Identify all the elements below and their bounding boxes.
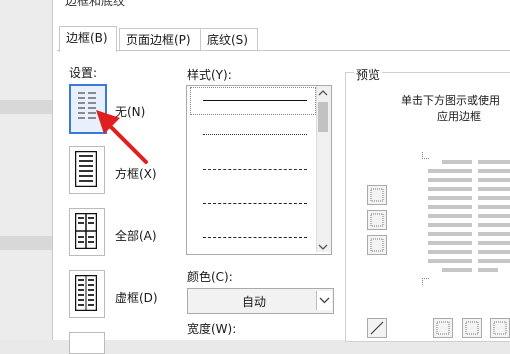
setting-grid-label: 虚框(D) xyxy=(115,291,158,305)
setting-all-icon xyxy=(75,213,97,249)
top-border-button[interactable] xyxy=(367,185,387,205)
annotation-arrow-icon xyxy=(96,110,148,164)
scroll-up-icon[interactable] xyxy=(318,89,328,97)
tab-borders[interactable]: 边框(B) xyxy=(59,26,117,52)
color-value: 自动 xyxy=(242,295,267,309)
border-right-icon xyxy=(493,321,507,335)
border-vertical-icon xyxy=(465,321,479,335)
color-label: 颜色(C): xyxy=(187,270,233,284)
border-left-icon xyxy=(436,321,450,335)
inside-horizontal-button[interactable] xyxy=(367,210,387,230)
settings-label: 设置: xyxy=(69,66,98,80)
style-item-dash-dot[interactable] xyxy=(203,237,307,238)
setting-all-button[interactable] xyxy=(69,208,105,256)
dropdown-button[interactable] xyxy=(316,291,332,310)
scroll-down-icon[interactable] xyxy=(318,243,328,251)
border-inside-icon xyxy=(370,213,384,227)
width-label: 宽度(W): xyxy=(187,322,237,336)
style-item-dotted[interactable] xyxy=(203,134,307,135)
tab-divider xyxy=(57,50,510,51)
style-label: 样式(Y): xyxy=(187,68,232,82)
background-window xyxy=(0,0,52,340)
setting-custom-button[interactable] xyxy=(69,332,105,354)
diagonal-border-button[interactable] xyxy=(367,318,387,338)
preview-corner-mark xyxy=(422,278,429,285)
color-select[interactable]: 自动 xyxy=(187,288,334,314)
background-bar xyxy=(0,236,52,250)
style-item-solid[interactable] xyxy=(190,87,316,115)
tab-page-border[interactable]: 页面边框(P) xyxy=(119,28,201,51)
scrollbar-thumb[interactable] xyxy=(318,102,328,132)
tab-label: 边框(B) xyxy=(66,31,108,45)
style-item-dashed[interactable] xyxy=(203,203,307,204)
border-bottom-icon xyxy=(370,238,384,252)
preview-label: 预览 xyxy=(354,66,383,83)
preview-sample xyxy=(428,160,510,275)
right-border-button[interactable] xyxy=(490,318,510,338)
line-solid xyxy=(203,100,307,101)
setting-grid-button[interactable] xyxy=(69,270,105,318)
preview-hint-2: 应用边框 xyxy=(437,110,481,123)
setting-grid-icon xyxy=(75,275,97,311)
tab-label: 页面边框(P) xyxy=(126,33,191,47)
dialog-title: 边框和底纹 xyxy=(65,0,126,8)
tab-shading[interactable]: 底纹(S) xyxy=(200,28,258,51)
diagonal-icon xyxy=(370,321,384,335)
chevron-down-icon xyxy=(319,297,330,304)
tab-label: 底纹(S) xyxy=(207,33,248,47)
background-bar xyxy=(0,100,52,114)
preview-corner-mark xyxy=(422,152,429,159)
left-border-button[interactable] xyxy=(433,318,453,338)
bottom-border-button[interactable] xyxy=(367,235,387,255)
preview-hint: 单击下方图示或使用 xyxy=(401,94,500,107)
border-top-icon xyxy=(370,188,384,202)
title-bar: 边框和底纹 xyxy=(53,0,510,8)
setting-all-label: 全部(A) xyxy=(115,229,157,243)
inside-vertical-button[interactable] xyxy=(462,318,482,338)
style-item-dashed-short[interactable] xyxy=(203,169,307,170)
